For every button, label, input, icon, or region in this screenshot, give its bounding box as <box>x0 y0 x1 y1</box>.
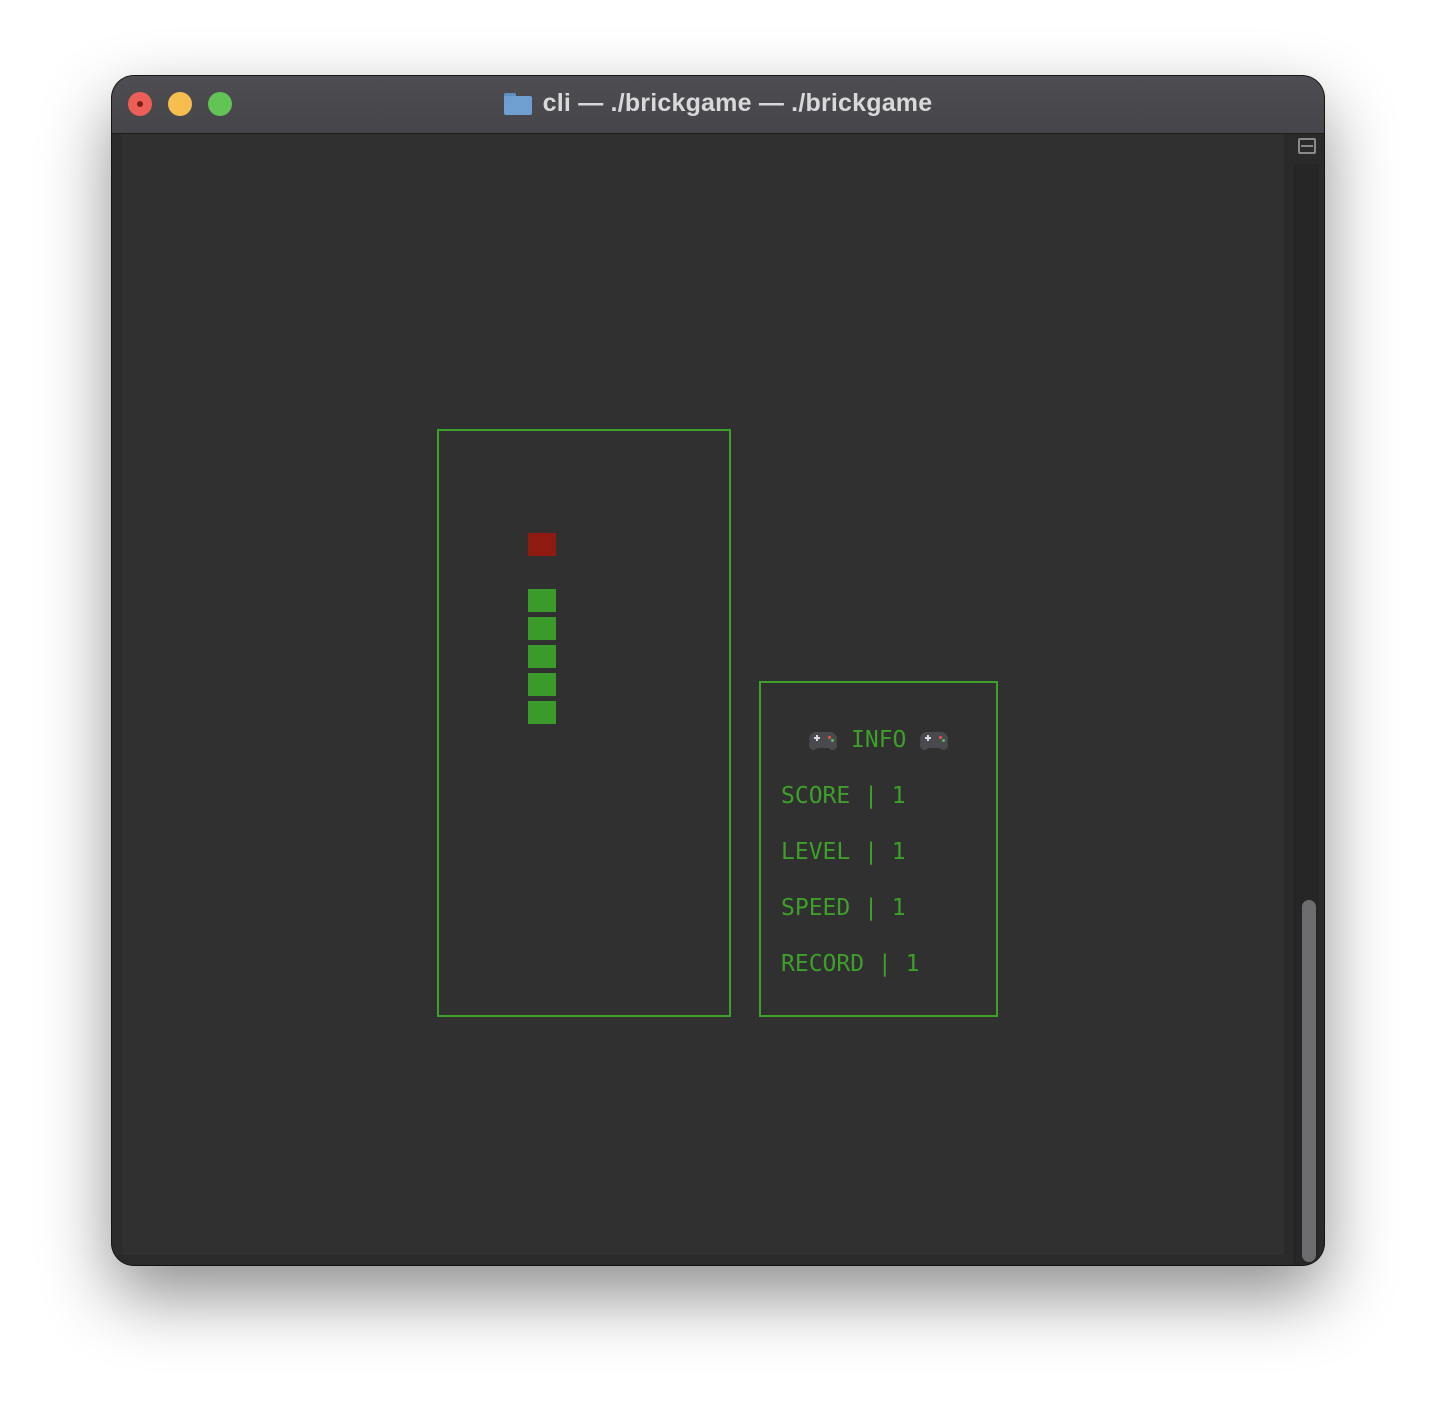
food-cell <box>528 533 556 556</box>
snake-segment <box>528 645 556 668</box>
left-margin <box>112 134 122 1255</box>
title-bar[interactable]: cli — ./brickgame — ./brickgame <box>112 76 1324 134</box>
info-panel: INFO SCORE | 1 LEVEL | 1 SPEED | 1 RECOR… <box>759 681 998 1017</box>
bottom-margin <box>112 1255 1284 1265</box>
snake-segment <box>528 589 556 612</box>
gamepad-icon <box>809 730 837 750</box>
info-title-row: INFO <box>809 726 949 754</box>
window-title-container: cli — ./brickgame — ./brickgame <box>112 76 1324 131</box>
snake-segment <box>528 673 556 696</box>
window-title: cli — ./brickgame — ./brickgame <box>542 89 933 117</box>
record-line: RECORD | 1 <box>781 951 920 977</box>
game-field <box>437 429 731 1017</box>
info-title: INFO <box>851 727 907 753</box>
level-line: LEVEL | 1 <box>781 839 906 865</box>
snake-segment <box>528 617 556 640</box>
score-line: SCORE | 1 <box>781 783 906 809</box>
split-pane-icon[interactable] <box>1298 138 1316 154</box>
speed-line: SPEED | 1 <box>781 895 906 921</box>
scrollbar-thumb[interactable] <box>1302 900 1316 1262</box>
snake-segment <box>528 701 556 724</box>
gamepad-icon <box>920 730 949 750</box>
folder-icon <box>503 93 532 115</box>
